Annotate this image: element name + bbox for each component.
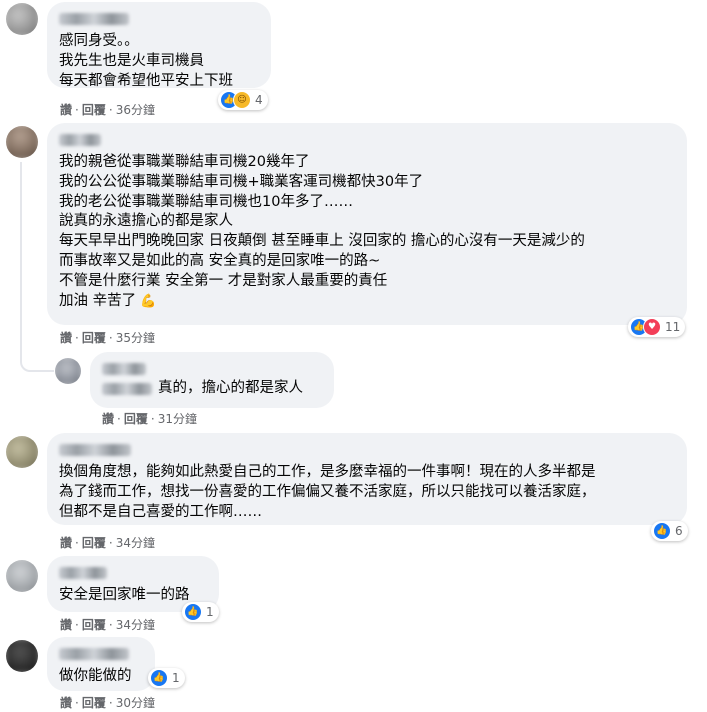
comment-line: 說真的永遠擔心的都是家人 [59,213,233,230]
reaction-summary[interactable]: 👍 6 [651,521,688,541]
commenter-name[interactable] [59,13,129,25]
like-link[interactable]: 讚 [60,331,72,345]
care-icon: ☺ [233,91,251,109]
reply-link[interactable]: 回覆 [82,331,106,345]
comment-actions: 讚 · 回覆 · 30分鐘 [60,696,155,710]
commenter-avatar[interactable] [6,436,38,468]
reply-link[interactable]: 回覆 [82,696,106,710]
like-icon: 👍 [150,669,168,687]
comment-timestamp[interactable]: 36分鐘 [116,103,155,117]
comment-line: 真的，擔心的都是家人 [158,380,303,396]
reply-link[interactable]: 回覆 [82,618,106,632]
reaction-count: 1 [206,605,214,619]
comment-line: 而事故率又是如此的高 安全真的是回家唯一的路~ [59,252,381,269]
comment-line: 換個角度想，能夠如此熱愛自己的工作，是多麼幸福的一件事啊！現在的人多半都是 [59,464,596,480]
reply-link[interactable]: 回覆 [82,536,106,550]
reaction-count: 1 [172,671,180,685]
reply-bubble: 真的，擔心的都是家人 [90,352,334,408]
reaction-count: 6 [675,524,683,538]
comment-bubble: 做你能做的 [47,637,155,691]
commenter-avatar[interactable] [6,640,38,672]
like-icon: 👍 [653,522,671,540]
commenter-name[interactable] [59,648,129,660]
comment-line: 感同身受。。 [59,33,139,49]
commenter-name[interactable] [59,567,107,579]
commenter-avatar[interactable] [6,560,38,592]
commenter-name-part[interactable] [102,382,152,395]
comment-line: 安全是回家唯一的路 [59,587,190,603]
comment-bubble: 我的親爸從事職業聯結車司機20幾年了 我的公公從事職業聯結車司機+職業客運司機都… [47,123,687,325]
reply-link[interactable]: 回覆 [124,412,148,426]
like-link[interactable]: 讚 [60,696,72,710]
comment-line: 做你能做的 [59,668,132,684]
comment-line: 我的老公從事職業聯結車司機也10年多了…… [59,193,353,210]
comment-line: 我的公公從事職業聯結車司機+職業客運司機都快30年了 [59,173,424,190]
comment-timestamp[interactable]: 31分鐘 [158,412,197,426]
like-link[interactable]: 讚 [60,103,72,117]
comment-line: 但都不是自己喜愛的工作啊…… [59,503,262,520]
comment-line: 我先生也是火車司機員 [59,52,204,69]
flexed-biceps-icon: 💪 [140,293,157,309]
comment-timestamp[interactable]: 30分鐘 [116,696,155,710]
reaction-summary[interactable]: 👍 1 [148,668,185,688]
commenter-name[interactable] [59,134,101,146]
comment-line: 加油 辛苦了 💪 [59,292,675,312]
reaction-count: 4 [255,93,263,107]
comment-bubble: 感同身受。。 我先生也是火車司機員 每天都會希望他平安上下班 [47,2,271,89]
reaction-summary[interactable]: 👍 ♥ 11 [628,317,686,337]
comment-timestamp[interactable]: 35分鐘 [116,331,155,345]
comment-bubble: 換個角度想，能夠如此熱愛自己的工作，是多麼幸福的一件事啊！現在的人多半都是 為了… [47,433,687,525]
comment-actions: 讚 · 回覆 · 34分鐘 [60,536,155,550]
like-link[interactable]: 讚 [102,412,114,426]
comment-timestamp[interactable]: 34分鐘 [116,618,155,632]
reply-avatar[interactable] [55,358,81,384]
love-icon: ♥ [643,318,661,336]
comment-actions: 讚 · 回覆 · 36分鐘 [60,103,155,117]
comment-line: 每天都會希望他平安上下班 [59,72,233,89]
comment-timestamp[interactable]: 34分鐘 [116,536,155,550]
comment-actions: 讚 · 回覆 · 34分鐘 [60,618,155,632]
comment-line: 不管是什麼行業 安全第一 才是對家人最重要的責任 [59,272,388,289]
comment-actions: 讚 · 回覆 · 35分鐘 [60,331,155,345]
comment-line: 我的親爸從事職業聯結車司機20幾年了 [59,154,310,170]
like-link[interactable]: 讚 [60,536,72,550]
commenter-name[interactable] [102,363,146,375]
commenter-avatar[interactable] [6,126,38,158]
like-link[interactable]: 讚 [60,618,72,632]
reaction-summary[interactable]: 👍 ☺ 4 [218,90,268,110]
reaction-count: 11 [665,320,681,334]
comment-line: 每天早早出門晚晚回家 日夜顛倒 甚至睡車上 沒回家的 擔心的心沒有一天是減少的 [59,233,585,250]
commenter-avatar[interactable] [6,3,38,35]
reaction-summary[interactable]: 👍 1 [182,602,219,622]
commenter-name[interactable] [59,444,131,456]
reply-link[interactable]: 回覆 [82,103,106,117]
like-icon: 👍 [184,603,202,621]
comment-line: 為了錢而工作，想找一份喜愛的工作偏偏又養不活家庭，所以只能找可以養活家庭， [59,483,596,500]
comment-actions: 讚 · 回覆 · 31分鐘 [102,412,197,426]
